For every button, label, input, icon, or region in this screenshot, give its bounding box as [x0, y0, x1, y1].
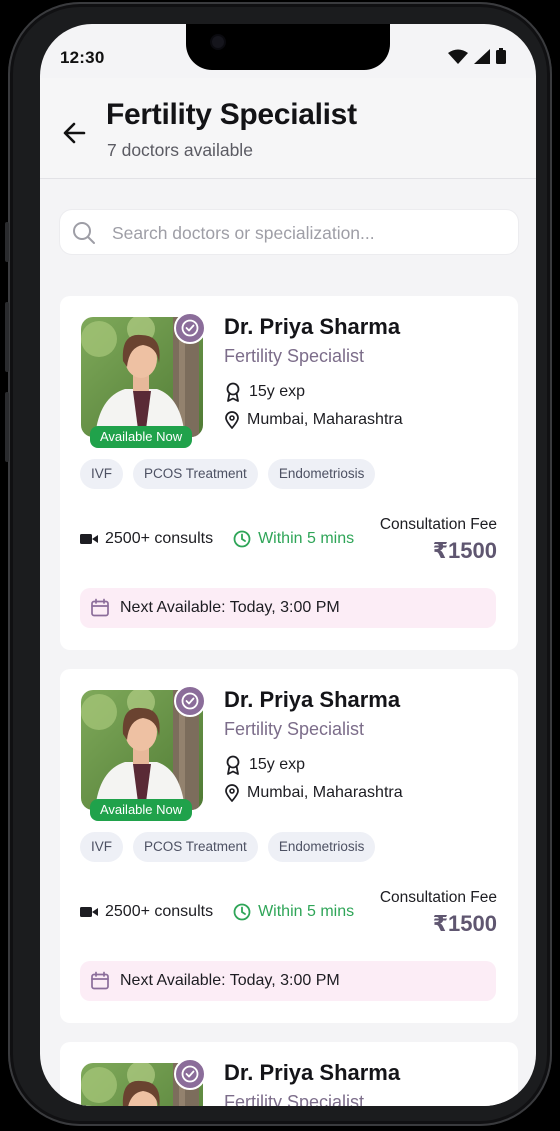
clock-icon	[233, 903, 251, 921]
calendar-icon	[91, 971, 109, 990]
location-row: Mumbai, Maharashtra	[224, 784, 403, 802]
experience-row: 15y exp	[224, 755, 305, 775]
verified-check-icon	[181, 1065, 199, 1083]
back-button[interactable]	[60, 118, 90, 148]
response-text: Within 5 mins	[258, 903, 355, 920]
specialization-tag[interactable]: Endometriosis	[267, 459, 376, 489]
verified-check-icon	[181, 692, 199, 710]
fee-label: Consultation Fee	[379, 889, 497, 906]
app-header: Fertility Specialist 7 doctors available	[40, 78, 536, 179]
verified-badge	[174, 1058, 206, 1090]
specialization-tags: IVF PCOS Treatment Endometriosis	[80, 459, 376, 489]
screen: 12:30 Fertility Specialist 7 doctors ava…	[40, 24, 536, 1106]
doctor-name: Dr. Priya Sharma	[224, 1060, 401, 1085]
consultation-fee: ₹1500	[432, 538, 497, 563]
verified-badge	[174, 685, 206, 717]
doctor-card[interactable]: Available Now Dr. Priya Sharma Fertility…	[60, 669, 518, 1023]
stats-row: 2500+ consults Within 5 mins	[80, 903, 354, 921]
available-badge: Available Now	[90, 426, 193, 448]
volume-up-button	[5, 302, 9, 372]
consultation-fee: ₹1500	[432, 911, 497, 936]
doctor-specialty: Fertility Specialist	[224, 1092, 365, 1106]
response-text: Within 5 mins	[258, 530, 355, 547]
map-pin-icon	[225, 784, 239, 802]
arrow-left-icon	[63, 122, 86, 144]
calendar-icon	[91, 598, 109, 617]
doctor-specialty: Fertility Specialist	[224, 719, 365, 739]
location-row: Mumbai, Maharashtra	[224, 411, 403, 429]
mute-switch	[5, 222, 9, 262]
video-icon	[80, 907, 98, 917]
next-available-banner[interactable]: Next Available: Today, 3:00 PM	[80, 961, 496, 1001]
specialization-tag[interactable]: PCOS Treatment	[133, 459, 258, 489]
doctor-specialty: Fertility Specialist	[224, 346, 365, 366]
stats-row: 2500+ consults Within 5 mins	[80, 530, 354, 548]
clock-icon	[233, 530, 251, 548]
video-icon	[80, 534, 98, 544]
doctor-name: Dr. Priya Sharma	[224, 687, 401, 712]
wifi-icon	[448, 49, 468, 64]
response-stat: Within 5 mins	[233, 530, 354, 548]
award-icon	[226, 755, 240, 775]
response-stat: Within 5 mins	[233, 903, 354, 921]
verified-badge	[174, 312, 206, 344]
cellular-signal-icon	[474, 48, 490, 64]
map-pin-icon	[225, 411, 239, 429]
location-text: Mumbai, Maharashtra	[247, 411, 403, 428]
verified-check-icon	[181, 319, 199, 337]
specialization-tags: IVF PCOS Treatment Endometriosis	[80, 832, 376, 862]
fee-label: Consultation Fee	[379, 516, 497, 533]
doctor-name: Dr. Priya Sharma	[224, 314, 401, 339]
doctor-card[interactable]: Available Now Dr. Priya Sharma Fertility…	[60, 296, 518, 650]
experience-row: 15y exp	[224, 382, 305, 402]
next-available-text: Next Available: Today, 3:00 PM	[120, 972, 340, 989]
specialization-tag[interactable]: PCOS Treatment	[133, 832, 258, 862]
search-icon	[73, 222, 95, 244]
available-badge: Available Now	[90, 799, 193, 821]
front-camera	[210, 34, 226, 50]
consults-stat: 2500+ consults	[80, 530, 213, 548]
specialization-tag[interactable]: Endometriosis	[267, 832, 376, 862]
page-title: Fertility Specialist	[106, 98, 357, 131]
doctor-card[interactable]: Dr. Priya Sharma Fertility Specialist	[60, 1042, 518, 1106]
consults-text: 2500+ consults	[105, 903, 214, 920]
volume-down-button	[5, 392, 9, 462]
experience-text: 15y exp	[249, 383, 306, 400]
search-input[interactable]	[110, 218, 504, 248]
phone-frame: 12:30 Fertility Specialist 7 doctors ava…	[5, 2, 552, 1126]
award-icon	[226, 382, 240, 402]
consults-text: 2500+ consults	[105, 530, 214, 547]
specialization-tag[interactable]: IVF	[80, 459, 124, 489]
consults-stat: 2500+ consults	[80, 903, 213, 921]
next-available-text: Next Available: Today, 3:00 PM	[120, 599, 340, 616]
battery-icon	[496, 48, 506, 64]
specialization-tag[interactable]: IVF	[80, 832, 124, 862]
experience-text: 15y exp	[249, 756, 306, 773]
location-text: Mumbai, Maharashtra	[247, 784, 403, 801]
doctor-count: 7 doctors available	[107, 140, 253, 160]
status-time: 12:30	[60, 48, 105, 67]
search-bar[interactable]	[60, 210, 518, 254]
next-available-banner[interactable]: Next Available: Today, 3:00 PM	[80, 588, 496, 628]
status-icons	[448, 48, 506, 64]
